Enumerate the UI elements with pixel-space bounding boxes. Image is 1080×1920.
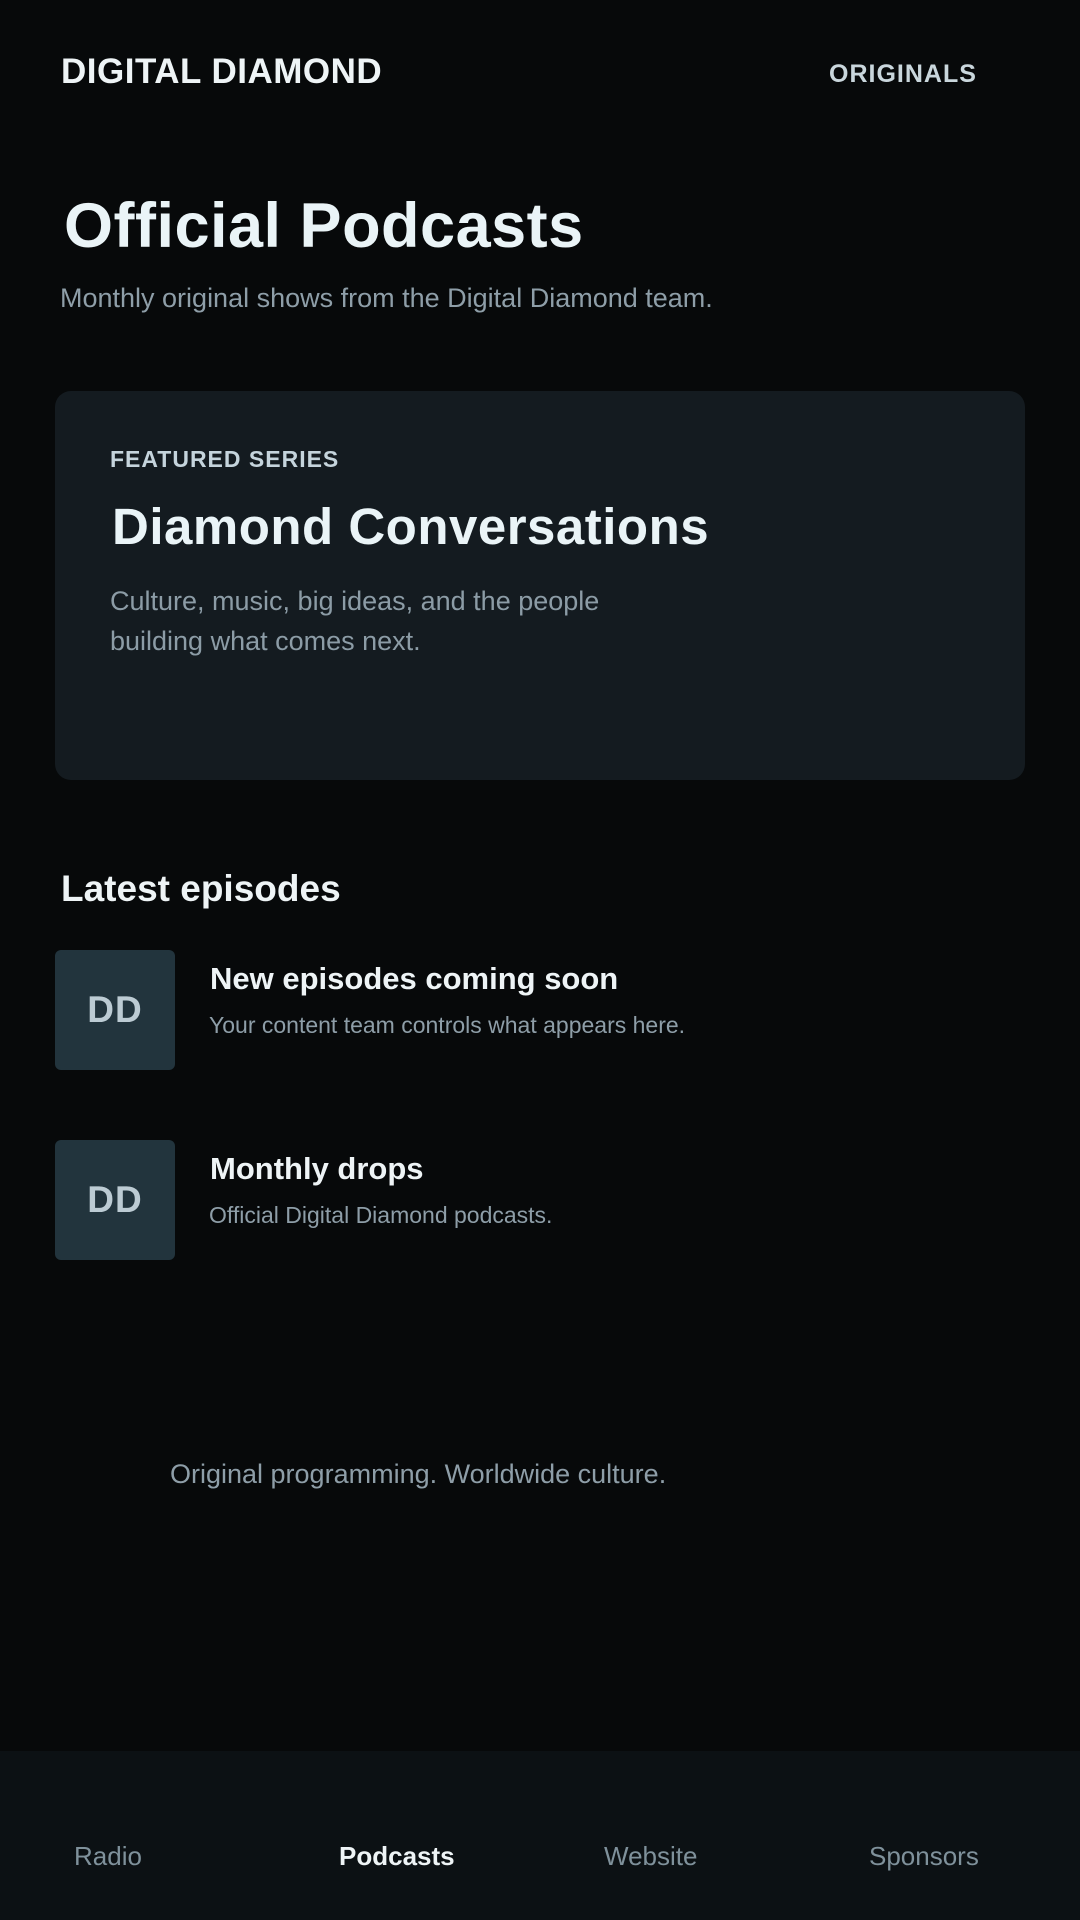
tagline: Original programming. Worldwide culture.: [170, 1459, 667, 1489]
episode-item[interactable]: DD: [55, 1140, 175, 1260]
page-subtitle: Monthly original shows from the Digital …: [60, 283, 713, 313]
episode-title[interactable]: New episodes coming soon: [210, 961, 618, 997]
episode-item[interactable]: DD: [55, 950, 175, 1070]
episode-description: Official Digital Diamond podcasts.: [209, 1202, 553, 1228]
episode-description: Your content team controls what appears …: [209, 1012, 686, 1038]
episode-thumbnail: DD: [55, 950, 175, 1070]
bottom-nav-bar: [0, 1751, 1080, 1920]
nav-item-radio[interactable]: Radio: [74, 1841, 142, 1872]
originals-link[interactable]: ORIGINALS: [829, 60, 977, 89]
featured-series-description: Culture, music, big ideas, and the peopl…: [110, 586, 600, 656]
brand-logo-text[interactable]: DIGITAL DIAMOND: [61, 52, 382, 92]
featured-series-title[interactable]: Diamond Conversations: [112, 497, 709, 556]
latest-episodes-heading: Latest episodes: [61, 868, 341, 909]
nav-item-podcasts[interactable]: Podcasts: [339, 1841, 455, 1872]
nav-item-sponsors[interactable]: Sponsors: [869, 1841, 979, 1872]
nav-item-website[interactable]: Website: [604, 1841, 697, 1872]
featured-eyebrow: FEATURED SERIES: [110, 446, 340, 472]
episode-title[interactable]: Monthly drops: [210, 1151, 424, 1187]
episode-thumbnail: DD: [55, 1140, 175, 1260]
page-title: Official Podcasts: [64, 191, 584, 261]
